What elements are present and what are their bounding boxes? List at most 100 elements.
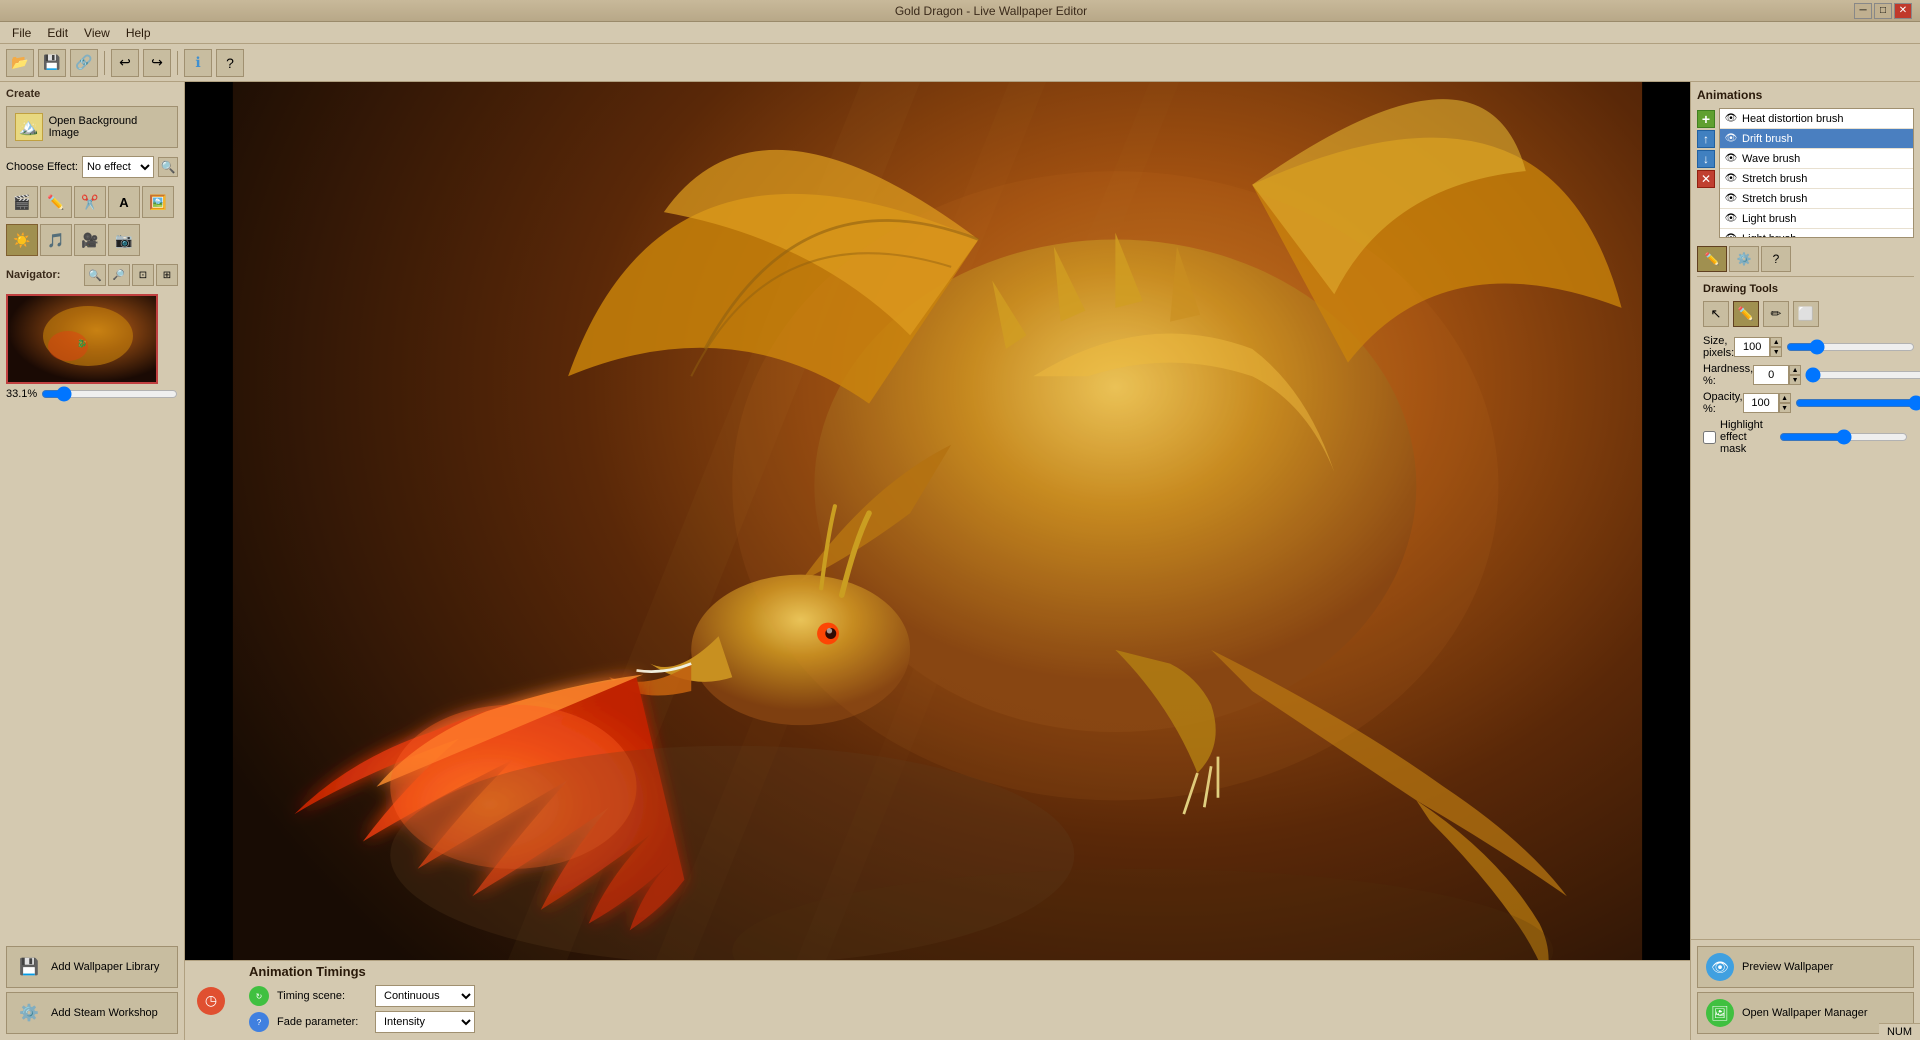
anim-item-3[interactable]: 👁 Wave brush (1720, 149, 1913, 169)
tool-pencil[interactable]: ✏️ (40, 186, 72, 218)
anim-item-1[interactable]: 👁 Heat distortion brush (1720, 109, 1913, 129)
nav-zoom-out[interactable]: 🔎 (108, 264, 130, 286)
highlight-checkbox[interactable] (1703, 431, 1716, 444)
anim-item-label-4: Stretch brush (1742, 173, 1807, 185)
tool-text[interactable]: A (108, 186, 140, 218)
menu-help[interactable]: Help (118, 24, 159, 42)
opacity-up[interactable]: ▲ (1779, 393, 1791, 403)
animations-header: + ↑ ↓ ✕ 👁 Heat distortion brush 👁 D (1697, 108, 1914, 242)
tool-image[interactable]: 🖼️ (142, 186, 174, 218)
anim-item-6[interactable]: 👁 Light brush (1720, 209, 1913, 229)
toolbar-link[interactable]: 🔗 (70, 49, 98, 77)
nav-fit[interactable]: ⊡ (132, 264, 154, 286)
menu-view[interactable]: View (76, 24, 118, 42)
anim-eye-5[interactable]: 👁 (1724, 192, 1738, 206)
hardness-input-group: ▲ ▼ (1753, 365, 1801, 385)
add-steam-workshop-button[interactable]: ⚙️ Add Steam Workshop (6, 992, 178, 1034)
preview-wallpaper-button[interactable]: 👁 Preview Wallpaper (1697, 946, 1914, 988)
tool-tab-cursor[interactable]: ✏️ (1697, 246, 1727, 272)
anim-item-2[interactable]: 👁 Drift brush (1720, 129, 1913, 149)
anim-item-5[interactable]: 👁 Stretch brush (1720, 189, 1913, 209)
window-controls: ─ □ ✕ (1854, 3, 1912, 19)
anim-down-button[interactable]: ↓ (1697, 150, 1715, 168)
animation-timings-section: Animation Timings ↻ Timing scene: Contin… (249, 964, 475, 1037)
effect-search-icon[interactable]: 🔍 (158, 157, 178, 177)
opacity-down[interactable]: ▼ (1779, 403, 1791, 413)
dt-eraser-small[interactable]: ✏ (1763, 301, 1789, 327)
fade-param-select[interactable]: Intensity Opacity Color (375, 1011, 475, 1033)
anim-eye-1[interactable]: 👁 (1724, 112, 1738, 126)
dt-brush[interactable]: ✏️ (1733, 301, 1759, 327)
open-background-button[interactable]: 🏔️ Open Background Image (6, 106, 178, 148)
anim-eye-3[interactable]: 👁 (1724, 152, 1738, 166)
left-panel: Create 🏔️ Open Background Image Choose E… (0, 82, 185, 1040)
size-input-group: ▲ ▼ (1734, 337, 1782, 357)
tool-audio[interactable]: 🎵 (40, 224, 72, 256)
tool-camera[interactable]: 📷 (108, 224, 140, 256)
anim-item-label-3: Wave brush (1742, 153, 1800, 165)
toolbar-help[interactable]: ? (216, 49, 244, 77)
hardness-slider[interactable] (1805, 369, 1920, 381)
anim-delete-button[interactable]: ✕ (1697, 170, 1715, 188)
anim-eye-4[interactable]: 👁 (1724, 172, 1738, 186)
anim-eye-2[interactable]: 👁 (1724, 132, 1738, 146)
tool-tab-help[interactable]: ? (1761, 246, 1791, 272)
tool-video2[interactable]: 🎥 (74, 224, 106, 256)
anim-eye-6[interactable]: 👁 (1724, 212, 1738, 226)
add-wallpaper-library-button[interactable]: 💾 Add Wallpaper Library (6, 946, 178, 988)
highlight-slider[interactable] (1779, 432, 1908, 442)
tools-row-2: ☀️ 🎵 🎥 📷 (6, 224, 178, 256)
hardness-up[interactable]: ▲ (1789, 365, 1801, 375)
create-section-title: Create (6, 88, 178, 100)
close-button[interactable]: ✕ (1894, 3, 1912, 19)
choose-effect-label: Choose Effect: (6, 161, 78, 173)
statusbar: NUM (1879, 1023, 1920, 1040)
toolbar-redo[interactable]: ↪ (143, 49, 171, 77)
dt-cursor[interactable]: ↖ (1703, 301, 1729, 327)
size-up[interactable]: ▲ (1770, 337, 1782, 347)
hardness-input[interactable] (1753, 365, 1789, 385)
size-input[interactable] (1734, 337, 1770, 357)
toolbar-undo[interactable]: ↩ (111, 49, 139, 77)
size-slider[interactable] (1786, 341, 1915, 353)
hardness-down[interactable]: ▼ (1789, 375, 1801, 385)
tool-video[interactable]: 🎬 (6, 186, 38, 218)
tool-tab-effects[interactable]: ⚙️ (1729, 246, 1759, 272)
navigator-preview: 🐉 (6, 294, 158, 384)
size-down[interactable]: ▼ (1770, 347, 1782, 357)
nav-zoom-in[interactable]: 🔍 (84, 264, 106, 286)
dt-eraser[interactable]: ⬜ (1793, 301, 1819, 327)
zoom-row: 33.1% (6, 388, 178, 400)
drawing-tool-icons: ↖ ✏️ ✏ ⬜ (1703, 301, 1908, 327)
timing-scene-select[interactable]: Continuous Once Loop (375, 985, 475, 1007)
tool-scissors[interactable]: ✂️ (74, 186, 106, 218)
anim-add-button[interactable]: + (1697, 110, 1715, 128)
left-panel-top: Create 🏔️ Open Background Image Choose E… (0, 82, 184, 940)
anim-item-7[interactable]: 👁 Light brush (1720, 229, 1913, 238)
anim-item-4[interactable]: 👁 Stretch brush (1720, 169, 1913, 189)
toolbar: 📂 💾 🔗 ↩ ↪ ℹ ? (0, 44, 1920, 82)
opacity-slider[interactable] (1795, 397, 1920, 409)
animations-list[interactable]: 👁 Heat distortion brush 👁 Drift brush 👁 … (1719, 108, 1914, 238)
minimize-button[interactable]: ─ (1854, 3, 1872, 19)
menu-file[interactable]: File (4, 24, 39, 42)
tool-effects[interactable]: ☀️ (6, 224, 38, 256)
maximize-button[interactable]: □ (1874, 3, 1892, 19)
menu-edit[interactable]: Edit (39, 24, 76, 42)
drawing-tools-section: Drawing Tools ↖ ✏️ ✏ ⬜ Size, pixels: ▲ ▼ (1697, 276, 1914, 461)
add-steam-icon: ⚙️ (15, 999, 43, 1027)
menubar: File Edit View Help (0, 22, 1920, 44)
animation-timings-bar: ◷ Animation Timings ↻ Timing scene: Cont… (185, 960, 1690, 1040)
toolbar-info[interactable]: ℹ (184, 49, 212, 77)
toolbar-save[interactable]: 💾 (38, 49, 66, 77)
anim-eye-7[interactable]: 👁 (1724, 232, 1738, 239)
opacity-input-group: ▲ ▼ (1743, 393, 1791, 413)
effect-select[interactable]: No effect Blur Sharpen (82, 156, 154, 178)
navigator-dragon-svg: 🐉 (8, 296, 156, 382)
opacity-spinners: ▲ ▼ (1779, 393, 1791, 413)
zoom-slider[interactable] (41, 389, 178, 399)
nav-actual[interactable]: ⊞ (156, 264, 178, 286)
anim-up-button[interactable]: ↑ (1697, 130, 1715, 148)
toolbar-open[interactable]: 📂 (6, 49, 34, 77)
opacity-input[interactable] (1743, 393, 1779, 413)
